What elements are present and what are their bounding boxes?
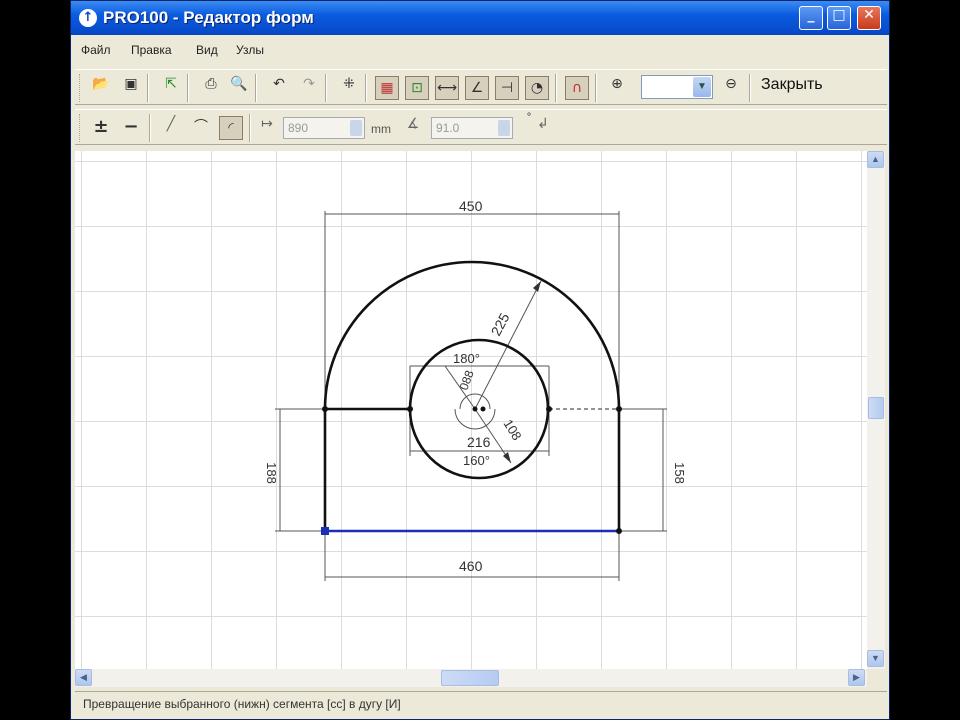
edit-toolbar: ± − ╱ ⌒ ◜ ↦ 890 mm ∡ 91.0 ° ↲ bbox=[75, 109, 887, 145]
drawing-canvas[interactable]: 450 460 188 158 216 225 108 180° 160° 08… bbox=[75, 151, 867, 669]
separator bbox=[255, 74, 257, 102]
print-icon[interactable]: ⎙ bbox=[199, 76, 223, 100]
dim-bottom-label: 460 bbox=[459, 558, 483, 574]
dim-inner-label: 216 bbox=[467, 434, 491, 450]
undo-icon[interactable]: ↶ bbox=[267, 76, 291, 100]
convert-to-arc-icon[interactable]: ◜ bbox=[219, 116, 243, 140]
toolbar-grip[interactable] bbox=[79, 74, 83, 102]
app-icon: ↑ bbox=[79, 9, 97, 27]
menu-bar: Файл Правка Вид Узлы bbox=[71, 37, 889, 63]
dim-radius-small-label: 108 bbox=[500, 417, 524, 443]
angle-icon: ∡ bbox=[406, 116, 420, 132]
arc-segment-icon[interactable]: ⌒ bbox=[189, 116, 213, 140]
dim-arrow bbox=[533, 281, 541, 292]
length-field[interactable]: 890 bbox=[283, 117, 365, 139]
angle-value: 91.0 bbox=[436, 121, 460, 135]
scroll-left-icon[interactable]: ◀ bbox=[75, 669, 92, 686]
length-spinner[interactable] bbox=[350, 120, 362, 136]
separator bbox=[595, 74, 597, 102]
menu-view[interactable]: Вид bbox=[196, 43, 218, 57]
line-segment-icon[interactable]: ╱ bbox=[159, 116, 183, 140]
snap-arc-icon[interactable]: ◔ bbox=[525, 76, 549, 100]
horizontal-scroll-thumb[interactable] bbox=[441, 670, 499, 686]
snap-line-icon[interactable]: ⊣ bbox=[495, 76, 519, 100]
separator bbox=[149, 114, 151, 142]
status-text: Превращение выбранного (нижн) сегмента [… bbox=[83, 697, 401, 711]
save-icon[interactable]: ▣ bbox=[119, 76, 143, 100]
separator bbox=[749, 74, 751, 102]
scroll-up-icon[interactable]: ▲ bbox=[867, 151, 884, 168]
redo-icon[interactable]: ↷ bbox=[297, 76, 321, 100]
menu-file[interactable]: Файл bbox=[81, 43, 111, 57]
add-node-icon[interactable]: ± bbox=[89, 116, 113, 140]
separator bbox=[147, 74, 149, 102]
remove-node-icon[interactable]: − bbox=[119, 116, 143, 140]
zoom-out-icon[interactable]: ⊖ bbox=[719, 76, 743, 100]
dim-angle-top-label: 180° bbox=[453, 351, 480, 366]
print-preview-icon[interactable]: 🔍 bbox=[227, 76, 251, 100]
angle-spinner[interactable] bbox=[498, 120, 510, 136]
scroll-right-icon[interactable]: ▶ bbox=[848, 669, 865, 686]
magnet-icon[interactable]: ∩ bbox=[565, 76, 589, 100]
separator bbox=[325, 74, 327, 102]
title-bar[interactable]: ↑ PRO100 - Редактор форм _ □ ✕ bbox=[71, 1, 889, 35]
snap-node-icon[interactable]: ⟷ bbox=[435, 76, 459, 100]
angle-field[interactable]: 91.0 bbox=[431, 117, 513, 139]
center-node bbox=[472, 406, 478, 412]
grid-icon[interactable]: ▦ bbox=[375, 76, 399, 100]
node bbox=[322, 406, 328, 412]
snap-grid-icon[interactable]: ⊡ bbox=[405, 76, 429, 100]
separator bbox=[249, 114, 251, 142]
dim-top-label: 450 bbox=[459, 198, 483, 214]
horizontal-scrollbar[interactable]: ◀ ▶ bbox=[75, 669, 867, 687]
node bbox=[616, 528, 622, 534]
unit-label: mm bbox=[371, 122, 391, 136]
node bbox=[616, 406, 622, 412]
open-folder-icon[interactable]: 📂 bbox=[89, 76, 113, 100]
separator bbox=[365, 74, 367, 102]
length-value: 890 bbox=[288, 121, 309, 135]
close-editor-button[interactable]: Закрыть bbox=[761, 76, 823, 94]
minimize-button[interactable]: _ bbox=[799, 6, 823, 30]
status-bar: Превращение выбранного (нижн) сегмента [… bbox=[75, 691, 887, 717]
toolbar-grip[interactable] bbox=[79, 114, 83, 142]
apply-enter-icon[interactable]: ↲ bbox=[531, 116, 555, 140]
menu-nodes[interactable]: Узлы bbox=[236, 43, 264, 57]
zoom-in-icon[interactable]: ⊕ bbox=[605, 76, 629, 100]
dim-small-label: 088 bbox=[457, 368, 477, 392]
dim-radius-large-label: 225 bbox=[488, 310, 513, 338]
main-toolbar: 📂 ▣ ⇱ ⎙ 🔍 ↶ ↷ ⁜ ▦ ⊡ ⟷ ∠ ⊣ ◔ ∩ ⊕ ▼ ⊖ Закр… bbox=[75, 69, 887, 105]
chevron-down-icon[interactable]: ▼ bbox=[693, 77, 711, 97]
selected-node bbox=[321, 527, 329, 535]
angle-arc-bottom bbox=[454, 408, 496, 430]
zoom-select[interactable]: ▼ bbox=[641, 75, 713, 99]
shape-drawing: 450 460 188 158 216 225 108 180° 160° 08… bbox=[264, 198, 687, 581]
dim-left-label: 188 bbox=[264, 462, 279, 484]
form-editor-window: ↑ PRO100 - Редактор форм _ □ ✕ Файл Прав… bbox=[70, 0, 890, 720]
maximize-button[interactable]: □ bbox=[827, 6, 851, 30]
vertical-scrollbar[interactable]: ▲ ▼ bbox=[867, 151, 885, 669]
close-window-button[interactable]: ✕ bbox=[857, 6, 881, 30]
dim-right-label: 158 bbox=[672, 462, 687, 484]
export-icon[interactable]: ⇱ bbox=[159, 76, 183, 100]
length-icon: ↦ bbox=[261, 116, 273, 132]
menu-edit[interactable]: Правка bbox=[131, 43, 172, 57]
separator bbox=[187, 74, 189, 102]
vertical-scroll-thumb[interactable] bbox=[868, 397, 884, 419]
node bbox=[407, 406, 413, 412]
separator bbox=[555, 74, 557, 102]
large-arc-segment bbox=[323, 260, 621, 410]
center-node bbox=[480, 406, 486, 412]
node bbox=[546, 406, 552, 412]
dim-angle-bottom-label: 160° bbox=[463, 453, 490, 468]
nodes-icon[interactable]: ⁜ bbox=[337, 76, 361, 100]
scroll-down-icon[interactable]: ▼ bbox=[867, 650, 884, 667]
window-title: PRO100 - Редактор форм bbox=[103, 8, 314, 27]
snap-angle-icon[interactable]: ∠ bbox=[465, 76, 489, 100]
